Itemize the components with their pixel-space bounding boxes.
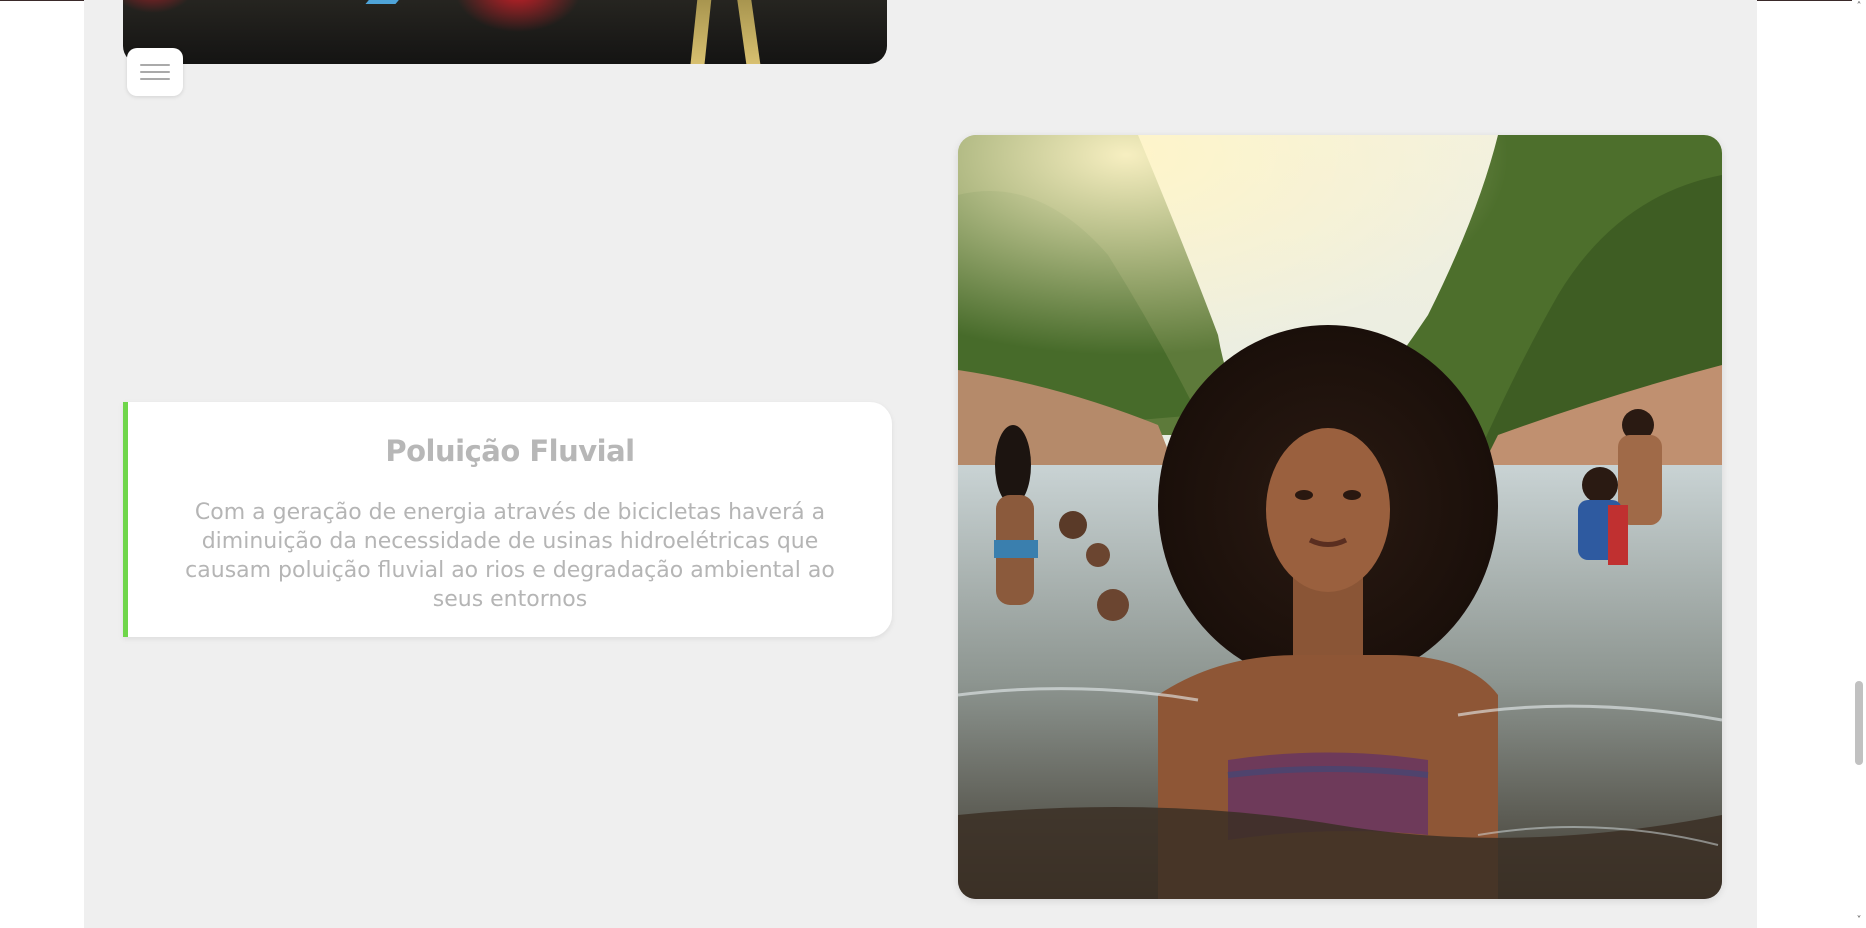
scroll-down-arrow-icon[interactable]: ˅ [1854, 916, 1864, 926]
card-description: Com a geração de energia através de bici… [185, 500, 835, 612]
previous-section-image [123, 0, 887, 64]
river-photo [958, 135, 1722, 899]
image-road-line-right [731, 0, 761, 64]
scrollbar[interactable]: ˄ ˅ [1852, 0, 1866, 928]
river-scene-image [958, 135, 1722, 899]
image-light-streak [365, 0, 401, 4]
card-title: Poluição Fluvial [385, 434, 635, 468]
image-road-line-left [690, 0, 716, 64]
scroll-thumb[interactable] [1855, 681, 1863, 765]
hamburger-menu-icon [140, 59, 170, 85]
info-card: Poluição Fluvial Com a geração de energi… [123, 402, 892, 637]
menu-button[interactable] [127, 48, 183, 96]
scroll-up-arrow-icon[interactable]: ˄ [1854, 2, 1864, 12]
